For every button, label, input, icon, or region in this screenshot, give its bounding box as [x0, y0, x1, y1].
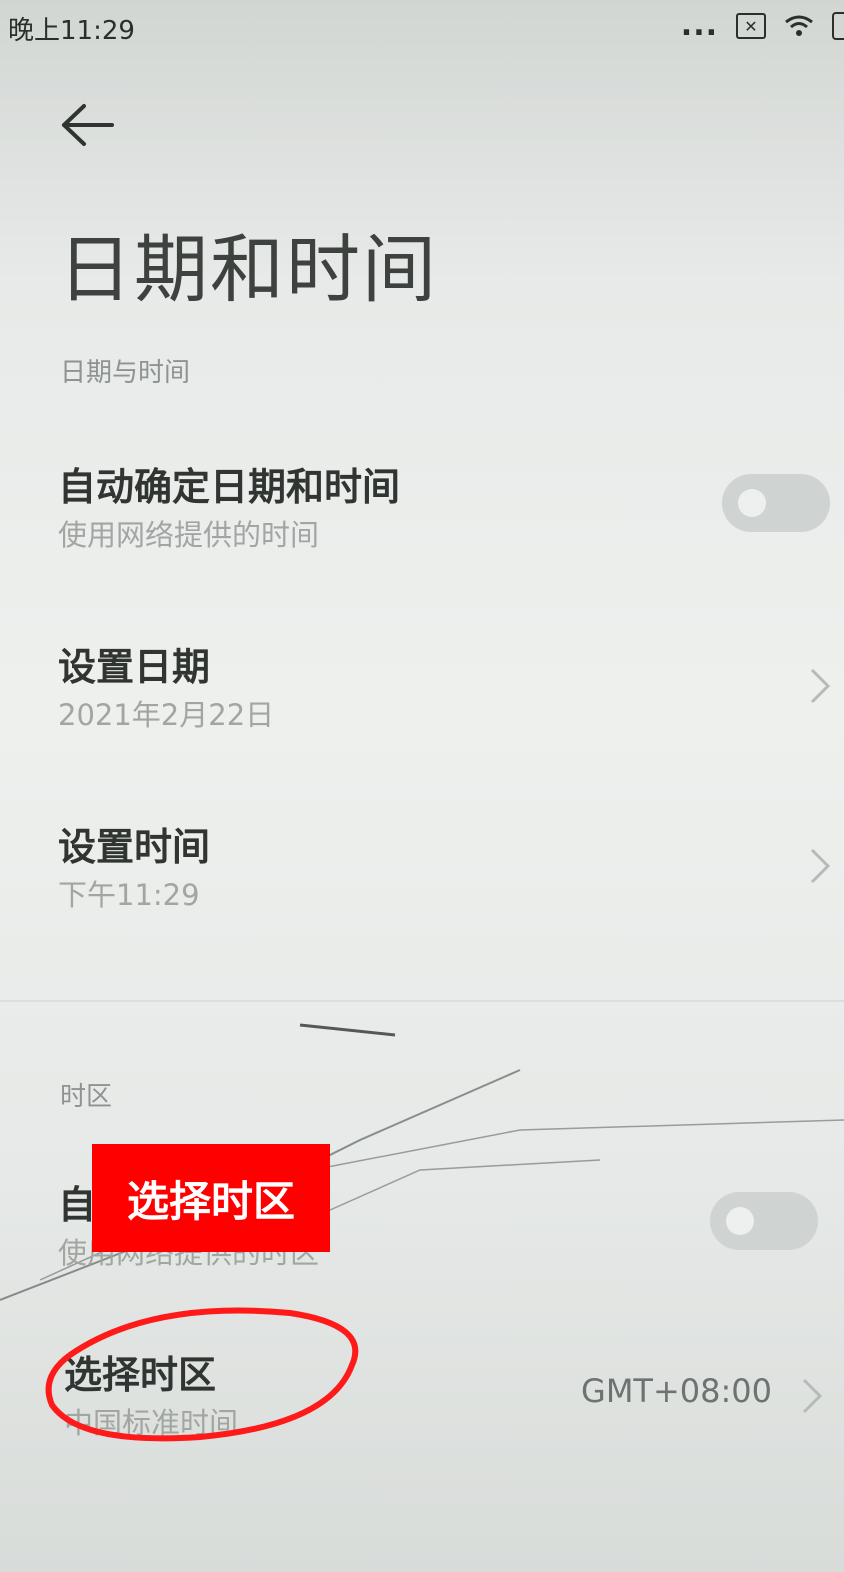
chevron-right-icon	[802, 1378, 823, 1414]
set-date-title: 设置日期	[58, 645, 211, 689]
status-icons: ... ✕	[680, 8, 844, 43]
wifi-icon	[785, 15, 813, 36]
set-time-title: 设置时间	[58, 825, 211, 869]
auto-datetime-subtitle: 使用网络提供的时间	[58, 518, 320, 552]
battery-icon	[832, 12, 844, 40]
set-date-value: 2021年2月22日	[58, 698, 275, 732]
auto-datetime-toggle[interactable]	[722, 474, 830, 532]
annotation-circle	[45, 1307, 359, 1442]
set-time-row[interactable]: 设置时间 下午11:29	[0, 800, 844, 930]
section-label-datetime: 日期与时间	[60, 358, 191, 388]
auto-datetime-row[interactable]: 自动确定日期和时间 使用网络提供的时间	[0, 440, 844, 570]
page-title: 日期和时间	[58, 227, 438, 313]
toggle-knob	[726, 1207, 754, 1235]
more-indicator: ...	[680, 8, 718, 43]
auto-timezone-title: 自	[58, 1183, 97, 1227]
section-divider	[0, 1000, 844, 1002]
timezone-value: GMT+08:00	[581, 1372, 772, 1410]
auto-datetime-title: 自动确定日期和时间	[58, 465, 401, 509]
set-time-value: 下午11:29	[58, 878, 200, 912]
back-arrow-icon[interactable]	[58, 98, 118, 152]
sim-disabled-icon: ✕	[736, 13, 766, 39]
set-date-row[interactable]: 设置日期 2021年2月22日	[0, 620, 844, 750]
chevron-right-icon	[810, 848, 831, 884]
annotation-callout: 选择时区	[92, 1144, 330, 1252]
chevron-right-icon	[810, 668, 831, 704]
toggle-knob	[738, 489, 766, 517]
section-label-timezone: 时区	[60, 1082, 113, 1112]
auto-timezone-toggle[interactable]	[710, 1192, 818, 1250]
status-time: 晚上11:29	[8, 16, 135, 46]
